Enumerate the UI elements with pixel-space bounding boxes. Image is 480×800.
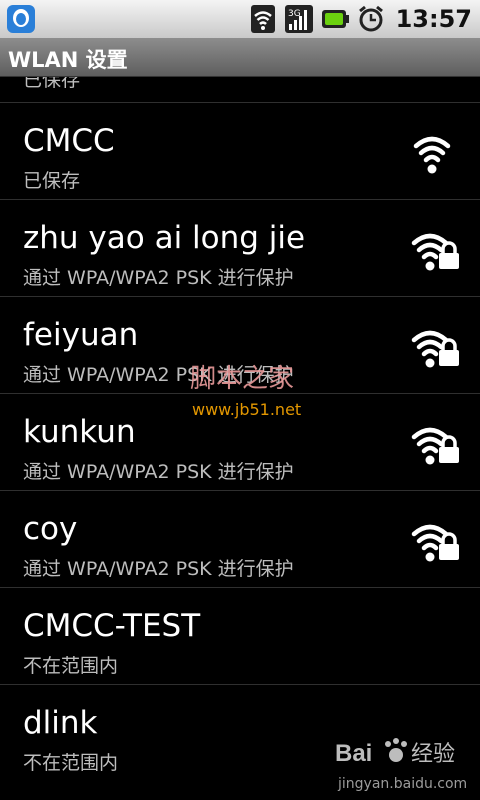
network-item-zhu-yao-ai-long-jie[interactable]: zhu yao ai long jie 通过 WPA/WPA2 PSK 进行保护 — [0, 199, 480, 296]
partial-list-item-status: 已保存 — [23, 77, 81, 91]
watermark-jb51-url: www.jb51.net — [192, 400, 302, 419]
network-name: kunkun — [23, 414, 136, 450]
network-name: CMCC — [23, 123, 115, 159]
network-status: 通过 WPA/WPA2 PSK 进行保护 — [23, 267, 294, 289]
app-notification-icon — [7, 5, 35, 33]
network-name: feiyuan — [23, 317, 139, 353]
network-item-cmcc-test[interactable]: CMCC-TEST 不在范围内 — [0, 587, 480, 684]
wifi-open-icon — [413, 136, 451, 174]
network-status: 不在范围内 — [23, 752, 119, 774]
battery-icon — [321, 10, 349, 28]
network-status: 不在范围内 — [23, 655, 119, 677]
network-name: zhu yao ai long jie — [23, 220, 306, 256]
wifi-locked-icon — [411, 233, 459, 271]
baidu-jingyan-logo: Bai 经验 — [335, 738, 455, 767]
network-name: coy — [23, 511, 78, 547]
status-time: 13:57 — [395, 5, 472, 33]
wifi-locked-icon — [411, 427, 459, 465]
title-bar: WLAN 设置 — [0, 38, 480, 77]
network-item-coy[interactable]: coy 通过 WPA/WPA2 PSK 进行保护 — [0, 490, 480, 587]
svg-text:经验: 经验 — [411, 742, 455, 767]
network-name: dlink — [23, 705, 98, 741]
watermark-baidu-url: jingyan.baidu.com — [338, 776, 468, 792]
network-status: 通过 WPA/WPA2 PSK 进行保护 — [23, 461, 294, 483]
cell-signal-icon: 3G — [284, 5, 313, 33]
network-status: 已保存 — [23, 170, 81, 192]
svg-text:3G: 3G — [288, 9, 301, 19]
wifi-locked-icon — [411, 524, 459, 562]
wifi-network-list[interactable]: 已保存 CMCC 已保存 zhu yao ai long jie 通过 WPA/… — [0, 77, 480, 800]
status-bar: 3G 13:57 — [0, 0, 480, 38]
wifi-locked-icon — [411, 330, 459, 368]
svg-text:Bai: Bai — [335, 740, 372, 767]
network-item-cmcc[interactable]: CMCC 已保存 — [0, 102, 480, 199]
alarm-icon — [358, 5, 383, 32]
page-title: WLAN 设置 — [8, 48, 128, 72]
network-status: 通过 WPA/WPA2 PSK 进行保护 — [23, 558, 294, 580]
wifi-icon — [250, 5, 275, 33]
watermark-jb51-title: 脚本之家 — [190, 364, 295, 394]
network-name: CMCC-TEST — [23, 608, 201, 644]
